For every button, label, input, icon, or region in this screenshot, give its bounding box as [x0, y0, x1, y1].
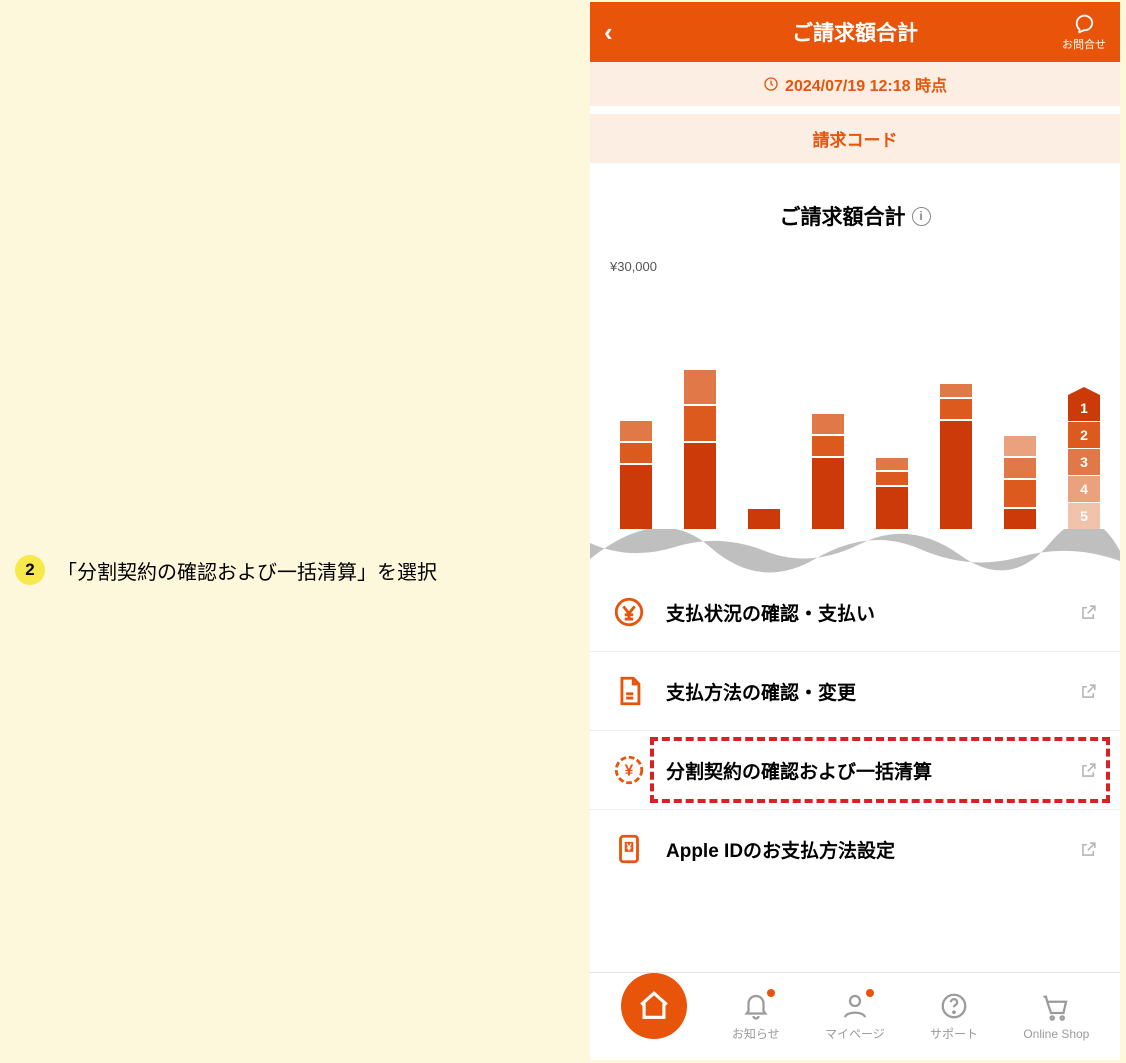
nav-item[interactable]: サポート: [930, 991, 978, 1042]
contact-button[interactable]: お問合せ: [1062, 12, 1106, 52]
support-icon: [939, 991, 969, 1021]
page-title: ご請求額合計: [792, 17, 918, 47]
instruction-step: 2 「分割契約の確認および一括清算」を選択: [15, 555, 555, 590]
timestamp-bar: 2024/07/19 12:18 時点: [590, 62, 1120, 106]
chart-bar[interactable]: [876, 456, 908, 529]
nav-item-label: Online Shop: [1023, 1027, 1089, 1041]
step-number-badge: 2: [15, 555, 45, 585]
installment-icon: ¥: [612, 753, 646, 787]
billing-chart: ¥30,000 12345: [590, 259, 1120, 529]
bottom-nav: お知らせ マイページ サポート Online Shop: [590, 972, 1120, 1060]
phone-screen: ‹ ご請求額合計 お問合せ 2024/07/19 12:18 時点 請求コード …: [590, 2, 1120, 1060]
nav-item[interactable]: Online Shop: [1023, 993, 1089, 1041]
contact-label: お問合せ: [1062, 36, 1106, 52]
home-icon: [637, 989, 671, 1023]
nav-item[interactable]: お知らせ: [732, 991, 780, 1042]
notification-dot: [767, 989, 775, 997]
chat-icon: [1073, 12, 1095, 34]
menu-item[interactable]: ¥ 分割契約の確認および一括清算: [590, 730, 1120, 809]
external-link-icon: [1079, 761, 1098, 780]
bell-icon: [741, 991, 771, 1021]
chart-bar[interactable]: [1004, 434, 1036, 529]
step-instruction-text: 「分割契約の確認および一括清算」を選択: [57, 555, 437, 590]
nav-item-label: お知らせ: [732, 1025, 780, 1042]
chart-legend: 12345: [1068, 395, 1100, 529]
menu-list: 支払状況の確認・支払い支払方法の確認・変更 ¥ 分割契約の確認および一括清算 ¥ App…: [590, 573, 1120, 888]
menu-item-label: Apple IDのお支払方法設定: [666, 836, 1059, 863]
section-title: ご請求額合計 i: [590, 163, 1120, 259]
external-link-icon: [1079, 603, 1098, 622]
chart-bar[interactable]: [812, 412, 844, 529]
chart-bar[interactable]: [684, 368, 716, 529]
menu-item[interactable]: 支払方法の確認・変更: [590, 651, 1120, 730]
external-link-icon: [1079, 840, 1098, 859]
chart-y-label: ¥30,000: [610, 259, 657, 274]
external-link-icon: [1079, 682, 1098, 701]
torn-edge-decoration: [590, 529, 1120, 573]
apple-id-icon: ¥: [612, 832, 646, 866]
chart-bar[interactable]: [748, 507, 780, 529]
notification-dot: [866, 989, 874, 997]
info-icon[interactable]: i: [912, 207, 931, 226]
menu-item-label: 分割契約の確認および一括清算: [666, 757, 1059, 784]
svg-text:¥: ¥: [626, 842, 632, 853]
app-header: ‹ ご請求額合計 お問合せ: [590, 2, 1120, 62]
nav-item-label: サポート: [930, 1025, 978, 1042]
menu-item[interactable]: 支払状況の確認・支払い: [590, 573, 1120, 651]
nav-item[interactable]: マイページ: [825, 991, 885, 1042]
nav-item-label: マイページ: [825, 1025, 885, 1042]
payment-method-icon: [612, 674, 646, 708]
timestamp-text: 2024/07/19 12:18 時点: [785, 72, 947, 96]
section-title-text: ご請求額合計: [780, 201, 906, 231]
clock-icon: [763, 76, 779, 92]
nav-home-button[interactable]: [621, 973, 687, 1039]
content-area: ご請求額合計 i ¥30,000 12345 支払状況の確認・支払い支払方法の確…: [590, 163, 1120, 972]
chart-bar[interactable]: [620, 419, 652, 529]
svg-text:¥: ¥: [625, 763, 634, 780]
menu-item-label: 支払状況の確認・支払い: [666, 599, 1059, 626]
menu-item[interactable]: ¥ Apple IDのお支払方法設定: [590, 809, 1120, 888]
billing-code-bar[interactable]: 請求コード: [590, 114, 1120, 163]
person-icon: [840, 991, 870, 1021]
chart-bar[interactable]: [940, 382, 972, 529]
menu-item-label: 支払方法の確認・変更: [666, 678, 1059, 705]
yen-status-icon: [612, 595, 646, 629]
cart-icon: [1041, 993, 1071, 1023]
back-icon[interactable]: ‹: [604, 17, 613, 48]
